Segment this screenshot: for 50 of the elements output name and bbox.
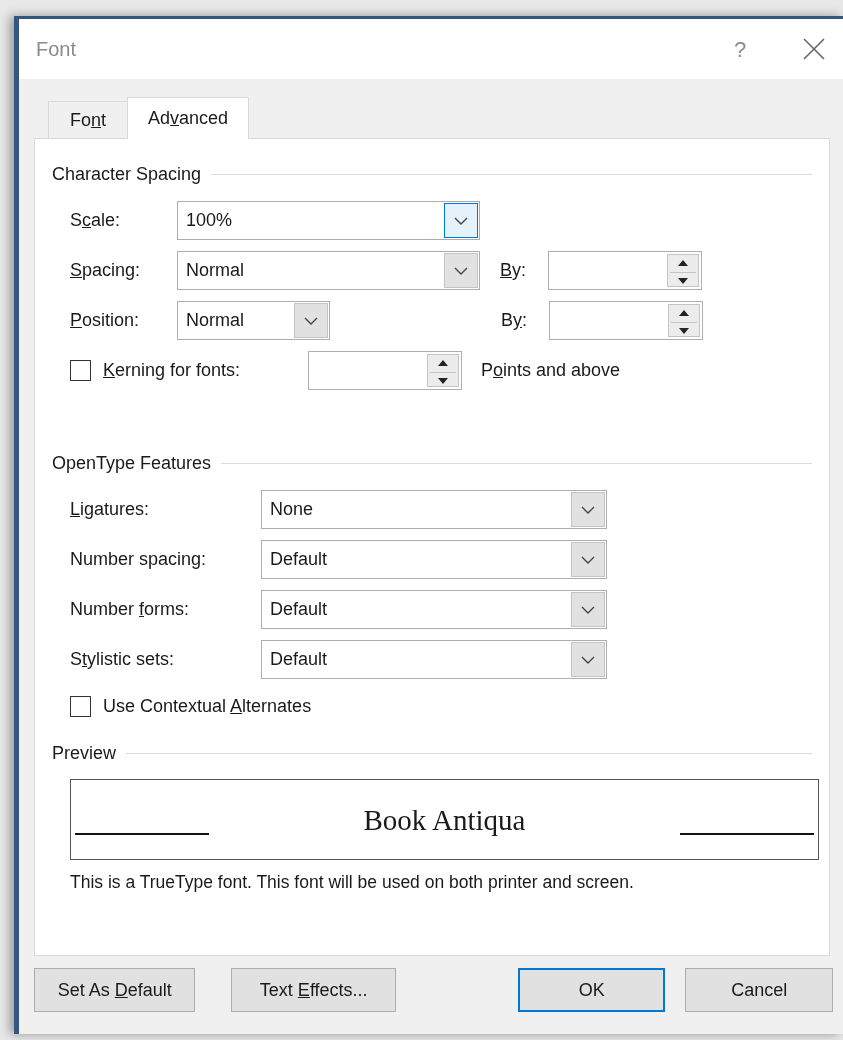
chevron-down-icon bbox=[581, 555, 595, 564]
up-arrow-icon[interactable] bbox=[678, 260, 688, 266]
chevron-down-icon bbox=[581, 505, 595, 514]
dialog-button[interactable]: Cancel bbox=[685, 968, 833, 1012]
field-label: Stylistic sets: bbox=[70, 648, 176, 671]
dropdown[interactable]: Default bbox=[261, 640, 607, 679]
field-label: Points and above bbox=[481, 359, 621, 382]
chevron-down-icon bbox=[581, 605, 595, 614]
window-title: Font bbox=[36, 37, 78, 62]
field-label: Number spacing: bbox=[70, 548, 208, 571]
spinner-field[interactable] bbox=[548, 251, 702, 290]
dialog-button[interactable]: Set As Default bbox=[34, 968, 196, 1012]
tab[interactable]: Advanced bbox=[127, 97, 250, 139]
dropdown[interactable]: Normal bbox=[177, 251, 480, 290]
up-arrow-icon[interactable] bbox=[679, 310, 689, 316]
dropdown[interactable]: Default bbox=[261, 540, 607, 579]
field-label: By: bbox=[500, 259, 528, 282]
chevron-down-icon bbox=[454, 266, 468, 275]
dropdown[interactable]: Normal bbox=[177, 301, 330, 340]
field-label: Ligatures: bbox=[70, 498, 151, 521]
checkbox-label: Use Contextual Alternates bbox=[103, 694, 312, 718]
field-label: Scale: bbox=[70, 209, 122, 232]
section-heading: Preview bbox=[52, 741, 118, 765]
dialog-button[interactable]: Text Effects... bbox=[231, 968, 396, 1012]
chevron-down-icon bbox=[581, 655, 595, 664]
up-arrow-icon[interactable] bbox=[438, 360, 448, 366]
down-arrow-icon[interactable] bbox=[678, 278, 688, 284]
down-arrow-icon[interactable] bbox=[438, 378, 448, 384]
close-icon[interactable] bbox=[803, 38, 825, 60]
chevron-down-icon bbox=[454, 216, 468, 225]
spinner-field[interactable] bbox=[549, 301, 703, 340]
down-arrow-icon[interactable] bbox=[679, 328, 689, 334]
dropdown[interactable]: Default bbox=[261, 590, 607, 629]
dropdown[interactable]: 100% bbox=[177, 201, 480, 240]
dialog-button[interactable]: OK bbox=[517, 968, 666, 1012]
dropdown[interactable]: None bbox=[261, 490, 607, 529]
field-label: By: bbox=[501, 309, 529, 332]
section-heading: OpenType Features bbox=[52, 451, 213, 475]
preview-sample: Book Antiqua bbox=[362, 806, 527, 835]
preview-note: This is a TrueType font. This font will be used on both printer and screen. bbox=[70, 871, 635, 894]
chevron-down-icon bbox=[304, 316, 318, 325]
spinner-field[interactable] bbox=[308, 351, 462, 390]
field-label: Number forms: bbox=[70, 598, 191, 621]
checkbox-label: Kerning for fonts: bbox=[103, 359, 242, 382]
checkbox[interactable] bbox=[70, 360, 91, 381]
field-label: Spacing: bbox=[70, 259, 142, 282]
checkbox[interactable] bbox=[70, 695, 91, 717]
section-heading: Character Spacing bbox=[52, 162, 203, 186]
tab[interactable]: Font bbox=[48, 101, 128, 138]
field-label: Position: bbox=[70, 309, 141, 332]
